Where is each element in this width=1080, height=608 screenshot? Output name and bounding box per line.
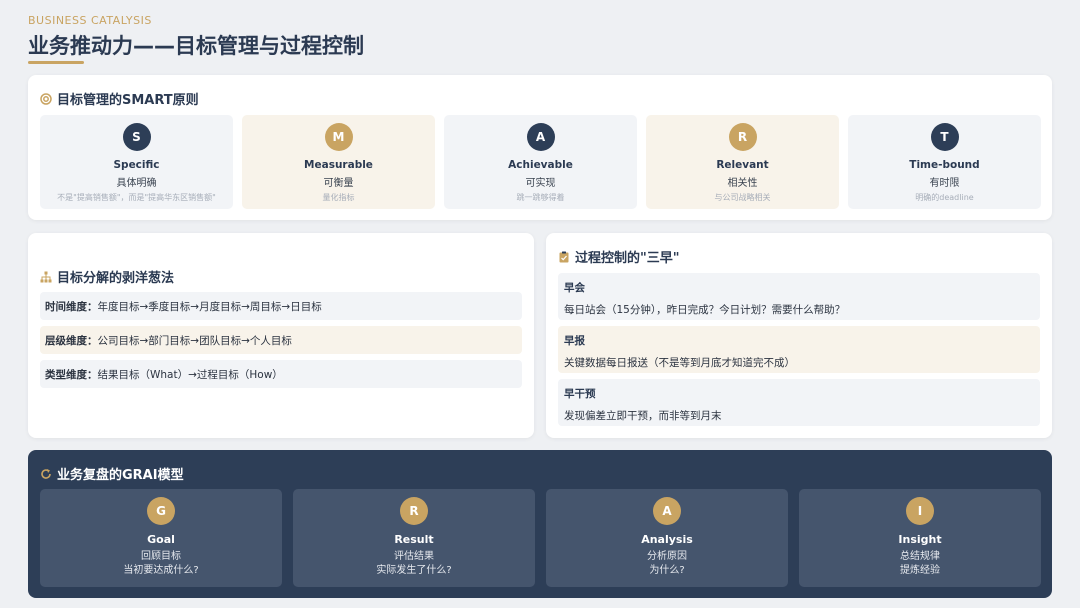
split-row-label: 层级维度：	[45, 334, 98, 347]
smart-cn: 可实现	[525, 178, 556, 189]
split-heading-text: 目标分解的剥洋葱法	[57, 271, 175, 286]
grai-heading-text: 业务复盘的GRAI模型	[57, 468, 184, 483]
three-heading: 过程控制的"三早"	[558, 247, 680, 266]
grai-heading: 业务复盘的GRAI模型	[40, 464, 184, 483]
three-item-intervene: 早干预 发现偏差立即干预，而非等到月末	[558, 379, 1040, 426]
refresh-icon	[40, 468, 52, 480]
three-early-card: 过程控制的"三早" 早会 每日站会（15分钟），昨日完成？今日计划？需要什么帮助…	[546, 233, 1052, 438]
letter-badge: G	[147, 497, 175, 525]
grai-item-insight: I Insight 总结规律 提炼经验	[799, 489, 1041, 587]
three-item-report: 早报 关键数据每日报送（不是等到月底才知道完不成）	[558, 326, 1040, 373]
smart-en: Specific	[113, 159, 160, 171]
smart-note: 量化指标	[322, 193, 355, 202]
target-icon	[40, 92, 52, 105]
three-list: 早会 每日站会（15分钟），昨日完成？今日计划？需要什么帮助？ 早报 关键数据每…	[558, 273, 1040, 432]
split-row-text: 结果目标（What）→过程目标（How）	[97, 368, 283, 381]
three-item-meeting: 早会 每日站会（15分钟），昨日完成？今日计划？需要什么帮助？	[558, 273, 1040, 320]
split-row-type: 类型维度： 结果目标（What）→过程目标（How）	[40, 360, 522, 388]
title-underline	[28, 61, 84, 64]
smart-cn: 具体明确	[116, 178, 157, 189]
grai-desc: 分析原因 为什么?	[647, 550, 687, 578]
split-heading: 目标分解的剥洋葱法	[40, 267, 174, 286]
grai-desc: 总结规律 提炼经验	[900, 550, 940, 578]
three-item-title: 早干预	[564, 388, 596, 400]
split-row-level: 层级维度： 公司目标→部门目标→团队目标→个人目标	[40, 326, 522, 354]
eyebrow-label: BUSINESS CATALYSIS	[28, 14, 152, 27]
grai-item-analysis: A Analysis 分析原因 为什么?	[546, 489, 788, 587]
smart-item-a: A Achievable 可实现 跳一跳够得着	[444, 115, 637, 209]
page-title: 业务推动力——目标管理与过程控制	[28, 34, 364, 58]
smart-en: Measurable	[304, 159, 373, 171]
grai-line1: 回顾目标	[141, 551, 181, 562]
three-item-title: 早报	[564, 335, 585, 347]
clipboard-icon	[558, 251, 570, 263]
smart-heading: 目标管理的SMART原则	[40, 89, 199, 108]
grai-line1: 分析原因	[647, 551, 687, 562]
letter-badge: M	[324, 123, 353, 151]
letter-badge: R	[728, 123, 757, 151]
smart-item-r: R Relevant 相关性 与公司战略相关	[646, 115, 839, 209]
split-row-time: 时间维度： 年度目标→季度目标→月度目标→周目标→日目标	[40, 292, 522, 320]
letter-badge: A	[526, 123, 555, 151]
grai-line2: 当初要达成什么?	[123, 565, 199, 576]
split-row-text: 年度目标→季度目标→月度目标→周目标→日目标	[97, 300, 322, 313]
letter-badge: I	[906, 497, 934, 525]
smart-item-t: T Time-bound 有时限 明确的deadline	[848, 115, 1041, 209]
smart-note: 不是"提高销售额"，而是"提高华东区销售额"	[57, 193, 216, 202]
grai-desc: 评估结果 实际发生了什么?	[376, 550, 451, 578]
letter-badge: T	[930, 123, 959, 151]
split-list: 时间维度： 年度目标→季度目标→月度目标→周目标→日目标 层级维度： 公司目标→…	[40, 292, 522, 394]
smart-en: Time-bound	[909, 159, 980, 171]
smart-heading-text: 目标管理的SMART原则	[57, 93, 199, 108]
smart-en: Achievable	[508, 159, 573, 171]
smart-cn: 可衡量	[323, 178, 354, 189]
grai-line2: 提炼经验	[900, 565, 940, 576]
grai-card: 业务复盘的GRAI模型 G Goal 回顾目标 当初要达成什么? R Resul…	[28, 450, 1052, 598]
three-heading-text: 过程控制的"三早"	[575, 251, 680, 266]
letter-badge: A	[653, 497, 681, 525]
three-item-desc: 每日站会（15分钟），昨日完成？今日计划？需要什么帮助？	[564, 304, 846, 316]
grai-en: Analysis	[641, 533, 693, 546]
smart-note: 跳一跳够得着	[516, 193, 565, 202]
grai-desc: 回顾目标 当初要达成什么?	[123, 550, 198, 578]
grai-line2: 为什么?	[649, 565, 685, 576]
grai-en: Result	[394, 533, 434, 546]
smart-cn: 有时限	[929, 178, 960, 189]
smart-item-s: S Specific 具体明确 不是"提高销售额"，而是"提高华东区销售额"	[40, 115, 233, 209]
three-item-title: 早会	[564, 282, 585, 294]
split-row-label: 类型维度：	[45, 368, 98, 381]
grai-line1: 评估结果	[394, 551, 434, 562]
smart-en: Relevant	[716, 159, 769, 171]
three-item-desc: 关键数据每日报送（不是等到月底才知道完不成）	[564, 357, 795, 369]
smart-items: S Specific 具体明确 不是"提高销售额"，而是"提高华东区销售额" M…	[40, 115, 1041, 209]
smart-item-m: M Measurable 可衡量 量化指标	[242, 115, 435, 209]
grai-en: Goal	[147, 533, 175, 546]
smart-note: 明确的deadline	[915, 193, 974, 202]
grai-line2: 实际发生了什么?	[376, 565, 452, 576]
grai-item-goal: G Goal 回顾目标 当初要达成什么?	[40, 489, 282, 587]
grai-item-result: R Result 评估结果 实际发生了什么?	[293, 489, 535, 587]
hierarchy-icon	[40, 271, 52, 283]
smart-note: 与公司战略相关	[714, 193, 771, 202]
grai-items: G Goal 回顾目标 当初要达成什么? R Result 评估结果 实际发生了…	[40, 489, 1041, 587]
smart-card: 目标管理的SMART原则 S Specific 具体明确 不是"提高销售额"，而…	[28, 75, 1052, 220]
letter-badge: S	[122, 123, 151, 151]
split-row-label: 时间维度：	[45, 300, 98, 313]
smart-cn: 相关性	[727, 178, 758, 189]
grai-en: Insight	[898, 533, 942, 546]
three-item-desc: 发现偏差立即干预，而非等到月末	[564, 410, 722, 422]
grai-line1: 总结规律	[900, 551, 940, 562]
letter-badge: R	[400, 497, 428, 525]
split-card: 目标分解的剥洋葱法 时间维度： 年度目标→季度目标→月度目标→周目标→日目标 层…	[28, 233, 534, 438]
split-row-text: 公司目标→部门目标→团队目标→个人目标	[97, 334, 292, 347]
